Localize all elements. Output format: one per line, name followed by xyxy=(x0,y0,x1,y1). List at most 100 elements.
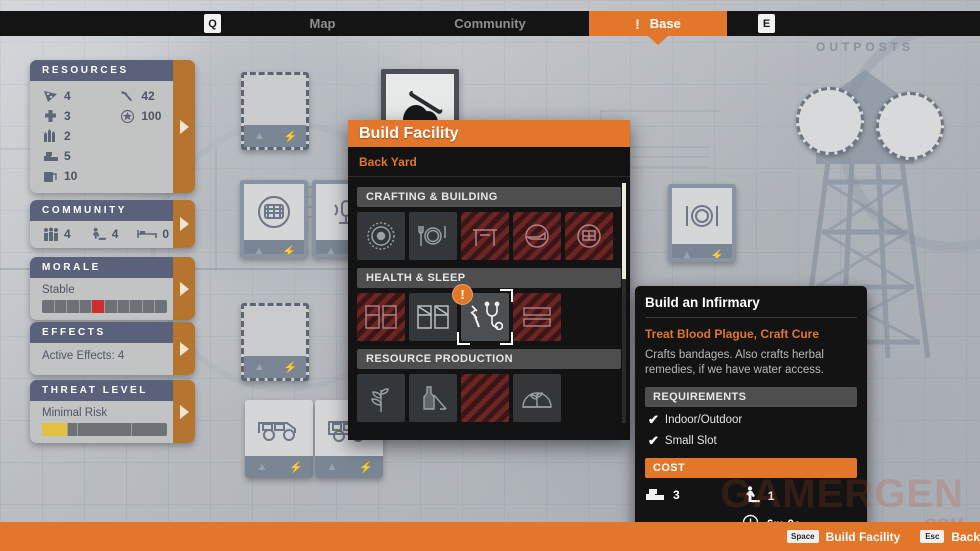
outpost-slot[interactable] xyxy=(876,92,944,160)
medicine-icon xyxy=(42,108,59,124)
resource-parts: 42 xyxy=(119,88,161,104)
resource-value: 5 xyxy=(64,149,71,163)
materials-icon xyxy=(42,148,59,164)
panel-title: RESOURCES xyxy=(30,60,195,81)
chevron-right-icon xyxy=(179,404,189,419)
resource-ammo: 2 xyxy=(42,128,77,144)
community-survivors: 4 xyxy=(42,226,71,242)
facility-option-locked[interactable] xyxy=(513,293,561,341)
chevron-right-icon xyxy=(179,281,189,296)
dialog-title: Build Facility xyxy=(348,120,630,147)
tooltip-tagline: Treat Blood Plague, Craft Cure xyxy=(645,327,820,341)
facility-list-scroll[interactable]: CRAFTING & BUILDING HEALTH & SLEEP ! RES… xyxy=(348,177,630,435)
facility-option-locked[interactable] xyxy=(513,212,561,260)
outpost-slot[interactable] xyxy=(796,87,864,155)
category-items: ! xyxy=(348,284,630,345)
map-divider xyxy=(215,148,217,270)
game-screen: OUTPOSTS ▲ ⚡ ▲ ⚡ ▲ ▲ ⚡ ▲ ⚡ ▲ ⚡ ▲ ⚡ Q Map… xyxy=(0,0,980,551)
cost-materials: 3 xyxy=(645,486,680,505)
panel-resources[interactable]: RESOURCES 4 3 2 5 10 42 100 xyxy=(30,60,195,193)
facility-option-still[interactable] xyxy=(409,374,457,422)
facility-option-hydroponics[interactable] xyxy=(513,374,561,422)
facility-option-kitchen[interactable] xyxy=(409,212,457,260)
facility-slot-empty[interactable]: ▲ ⚡ xyxy=(241,72,309,150)
hint-build-facility[interactable]: Space Build Facility xyxy=(787,530,900,544)
requirements-header: REQUIREMENTS xyxy=(645,386,857,407)
facility-option-locked[interactable] xyxy=(461,374,509,422)
requirement-label: Indoor/Outdoor xyxy=(664,413,743,426)
tooltip-description: Crafts bandages. Also crafts herbal reme… xyxy=(645,349,824,377)
resource-value: 42 xyxy=(141,89,155,103)
cost-value: 1 xyxy=(767,488,775,503)
facility-detail-tooltip: Build an Infirmary Treat Blood Plague, C… xyxy=(635,286,867,544)
panel-threat-level[interactable]: THREAT LEVEL Minimal Risk xyxy=(30,380,195,443)
facility-option-locked[interactable] xyxy=(357,293,405,341)
survivors-icon xyxy=(42,226,59,242)
facility-option-garden[interactable] xyxy=(357,374,405,422)
vehicle-card[interactable]: ▲ ⚡ xyxy=(245,400,313,478)
panel-community[interactable]: COMMUNITY 4 4 0 xyxy=(30,200,195,248)
expand-community-button[interactable] xyxy=(173,200,195,248)
facility-option-locked[interactable] xyxy=(461,212,509,260)
community-injured: 4 xyxy=(90,226,118,242)
community-value: 0 xyxy=(162,227,170,241)
nav-next-key[interactable]: E xyxy=(758,14,775,33)
beds-icon xyxy=(137,226,158,242)
category-items xyxy=(348,207,630,262)
category-header: CRAFTING & BUILDING xyxy=(357,187,621,207)
requirement-item: ✔ Small Slot xyxy=(648,433,857,449)
category-items xyxy=(348,369,630,424)
build-facility-dialog: Build Facility Back Yard CRAFTING & BUIL… xyxy=(348,120,630,440)
community-stats: 4 4 0 xyxy=(42,226,185,242)
facility-option-locked[interactable] xyxy=(565,212,613,260)
resource-medicine: 3 xyxy=(42,108,77,124)
expand-resources-button[interactable] xyxy=(173,60,195,193)
scrollbar-thumb[interactable] xyxy=(622,183,626,279)
alert-icon: ! xyxy=(635,15,640,32)
effects-status: Active Effects: 4 xyxy=(42,350,125,362)
requirement-item: ✔ Indoor/Outdoor xyxy=(648,412,857,428)
tab-active-pointer xyxy=(648,36,668,45)
selection-bracket xyxy=(457,332,470,345)
ammo-icon xyxy=(42,128,59,144)
community-beds: 0 xyxy=(137,226,169,242)
facility-slot-empty[interactable]: ▲ ⚡ xyxy=(241,303,309,381)
facility-option-infirmary[interactable]: ! xyxy=(452,284,513,345)
resource-value: 4 xyxy=(64,89,71,103)
top-navigation-bar: Q Map Community ! Base E xyxy=(0,11,980,36)
threat-meter xyxy=(42,423,167,436)
key-space: Space xyxy=(787,530,819,543)
facility-option-workshop[interactable] xyxy=(357,212,405,260)
chevron-right-icon xyxy=(179,119,189,134)
expand-threat-button[interactable] xyxy=(173,380,195,443)
nav-prev-key[interactable]: Q xyxy=(204,14,221,33)
panel-effects[interactable]: EFFECTS Active Effects: 4 xyxy=(30,322,195,375)
dialog-subtitle: Back Yard xyxy=(348,147,630,177)
injured-icon xyxy=(90,226,107,242)
tab-community[interactable]: Community xyxy=(420,11,560,36)
tab-base[interactable]: ! Base xyxy=(589,11,727,36)
expand-morale-button[interactable] xyxy=(173,257,195,320)
resource-value: 3 xyxy=(64,109,71,123)
tab-map[interactable]: Map xyxy=(270,11,375,36)
labor-icon xyxy=(742,485,760,506)
resource-column-primary: 4 3 2 5 10 xyxy=(42,88,77,184)
facility-card[interactable]: ▲⚡ xyxy=(240,180,308,258)
tooltip-title: Build an Infirmary xyxy=(645,295,857,318)
influence-icon xyxy=(119,108,136,124)
facility-card-kitchen[interactable]: ▲ ⚡ xyxy=(668,184,736,262)
chevron-right-icon xyxy=(179,341,189,356)
resource-food: 4 xyxy=(42,88,77,104)
expand-effects-button[interactable] xyxy=(173,322,195,375)
resource-column-secondary: 42 100 xyxy=(119,88,161,184)
panel-morale[interactable]: MORALE Stable xyxy=(30,257,195,320)
food-icon xyxy=(42,88,59,104)
resource-fuel: 10 xyxy=(42,168,77,184)
alert-badge-icon: ! xyxy=(452,284,473,305)
panel-title: COMMUNITY xyxy=(30,200,195,221)
chevron-right-icon xyxy=(179,217,189,231)
hint-back[interactable]: Esc Back xyxy=(920,530,980,544)
resource-value: 2 xyxy=(64,129,71,143)
facility-option-beds[interactable] xyxy=(409,293,457,341)
hint-label: Back xyxy=(951,529,980,544)
